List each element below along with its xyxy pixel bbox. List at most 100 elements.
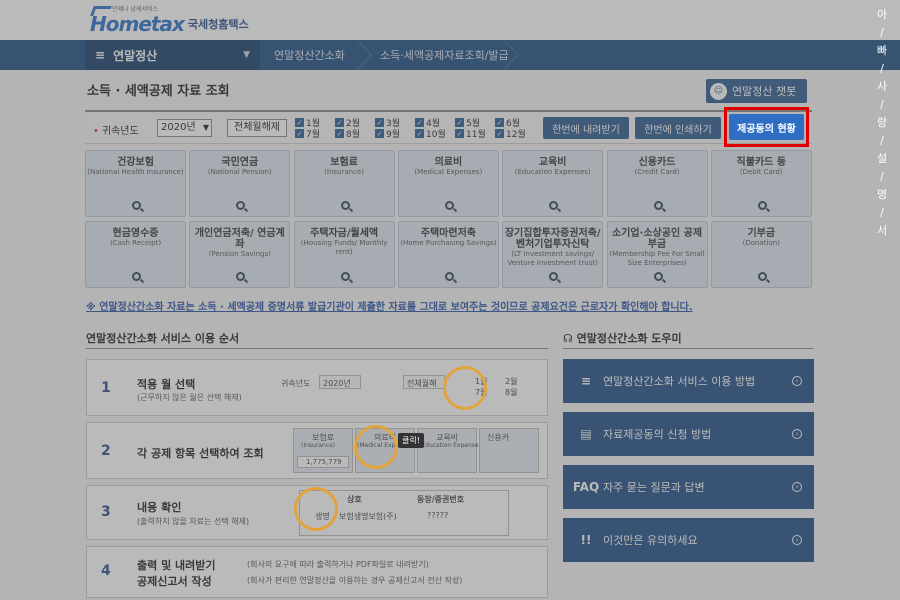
category-tile[interactable]: 주택마련저축 (Home Purchasing Savings) — [397, 221, 499, 288]
watermark-char: 빠 — [876, 44, 888, 57]
month-checkbox[interactable]: ✓ 10월 — [415, 128, 446, 140]
watermark-separator: / — [880, 98, 884, 111]
help-item-label: 자료제공동의 신청 방법 — [603, 428, 712, 441]
search-icon — [444, 201, 454, 210]
watermark-char: 명 — [876, 188, 888, 201]
category-tile[interactable]: 주택자금/월세액 (Housing Funds/ Monthly rent) — [293, 221, 395, 288]
year-select[interactable]: 2020년 ▼ — [157, 119, 212, 137]
search-icon — [236, 201, 246, 210]
checkbox-checked-icon: ✓ — [375, 129, 384, 138]
breadcrumb-item-1[interactable]: 연말정산간소화 — [274, 40, 345, 70]
provider-consent-button[interactable]: 제공동의 현황 — [729, 114, 804, 140]
step-desc-line2: (회사가 편리한 연말정산을 이용하는 경우 공제신고서 전산 작성) — [247, 576, 463, 585]
filter-bar: • 귀속년도 2020년 ▼ 전체월해제 ✓ 1월 ✓ 2월 ✓ 3월 ✓ 4월 ✓ 5월 ✓ 6월 ✓ 7월… — [85, 110, 812, 144]
tile-title: 직불카드 등 — [736, 157, 787, 168]
tile-subtitle: (Home Purchasing Savings) — [400, 239, 497, 247]
search-icon — [132, 201, 141, 210]
tile-subtitle: (Medical Expenses) — [414, 168, 483, 176]
year-label: • 귀속년도 — [93, 122, 139, 137]
category-tile[interactable]: 신용카드 (Credit Card) — [606, 150, 708, 217]
category-tile[interactable]: 소기업·소상공인 공제부금 (Membership Fee For Small S… — [606, 221, 708, 288]
search-icon — [757, 201, 767, 210]
help-item-label: 이것만은 유의하세요 — [603, 534, 698, 547]
help-section-title-text: 연말정산간소화 도우미 — [576, 332, 682, 345]
tile-title: 개인연금저축/ 연금계좌 — [194, 228, 285, 250]
tile-subtitle: (National Pension) — [207, 168, 272, 176]
section-divider — [86, 348, 548, 349]
month-checkbox[interactable]: ✓ 12월 — [495, 128, 526, 140]
category-tile[interactable]: 현금영수증 (Cash Receipt) — [85, 221, 186, 288]
mini-year-label: 귀속년도 — [281, 379, 311, 388]
download-all-button[interactable]: 한번에 내려받기 — [543, 117, 629, 139]
logo-tagline: 언제나 납세서비스 — [112, 6, 159, 13]
deduction-category-grid: 건강보험 (National Health Insurance) 국민연금 (Nati… — [85, 150, 812, 292]
checkbox-checked-icon: ✓ — [295, 129, 304, 138]
search-icon — [653, 201, 663, 210]
hometax-logo[interactable]: 언제나 납세서비스 Hometax 국세청홈택스 — [90, 4, 249, 36]
category-tile[interactable]: 의료비 (Medical Expenses) — [397, 150, 499, 217]
month-checkbox[interactable]: ✓ 8월 — [335, 128, 361, 140]
help-item[interactable]: FAQ 자주 묻는 질문과 답변 › — [563, 465, 814, 509]
tile-title: 기부금 — [747, 228, 776, 239]
highlight-ring — [443, 366, 487, 410]
tile-title: 신용카드 — [638, 157, 676, 168]
month-checkbox[interactable]: ✓ 9월 — [375, 128, 400, 140]
help-item-icon: FAQ — [572, 480, 600, 494]
highlight-ring — [294, 487, 338, 531]
section-divider — [563, 348, 814, 349]
category-tile[interactable]: 건강보험 (National Health Insurance) — [85, 150, 186, 217]
help-item[interactable]: ≡ 연말정산간소화 서비스 이용 방법 › — [563, 359, 814, 403]
category-tile[interactable]: 개인연금저축/ 연금계좌 (Pension Savings) — [189, 221, 291, 288]
tile-title: 의료비 — [434, 157, 463, 168]
step-title-line2: 공제신고서 작성 — [137, 575, 212, 588]
search-icon — [236, 272, 246, 281]
toggle-all-months-button[interactable]: 전체월해제 — [227, 119, 287, 137]
month-label: 10월 — [426, 130, 446, 140]
month-label: 8월 — [346, 130, 361, 140]
step-title: 적용 월 선택 — [137, 378, 196, 391]
tile-title: 현금영수증 — [112, 228, 159, 239]
tile-subtitle: (Housing Funds/ Monthly rent) — [300, 239, 388, 256]
tile-title: 건강보험 — [117, 157, 154, 168]
tile-subtitle: (LT investment savings/ Venture investme… — [507, 250, 598, 267]
print-all-button[interactable]: 한번에 인쇄하기 — [635, 117, 721, 139]
nav-bar: ≡ 연말정산 ▼ 연말정산간소화 소득·세액공제자료조회/발급 — [0, 40, 900, 70]
nav-menu-dropdown[interactable]: ≡ 연말정산 ▼ — [85, 40, 260, 70]
month-checkbox[interactable]: ✓ 11월 — [455, 128, 486, 140]
hamburger-icon: ≡ — [95, 48, 106, 62]
chatbot-button[interactable]: ☺ 연말정산 챗봇 — [706, 79, 807, 103]
help-item[interactable]: !! 이것만은 유의하세요 › — [563, 518, 814, 562]
category-tile[interactable]: 보험료 (Insurance) — [293, 150, 395, 217]
mini-year-value: 2020년 — [323, 379, 351, 388]
mini-table-cell: ????? — [427, 511, 449, 520]
help-item[interactable]: ▤ 자료제공동의 신청 방법 › — [563, 412, 814, 456]
category-tile[interactable]: 기부금 (Donation) — [710, 221, 812, 288]
category-tile[interactable]: 국민연금 (National Pension) — [189, 150, 291, 217]
vertical-watermark-text: 아 / 빠 / 사 / 랑 / 설 / 명 / 서 — [874, 8, 890, 238]
tile-subtitle: (Cash Receipt) — [109, 239, 162, 247]
watermark-separator: / — [880, 26, 884, 39]
watermark-char: 아 — [876, 8, 888, 21]
category-tile[interactable]: 교육비 (Education Expenses) — [502, 150, 604, 217]
search-icon — [340, 272, 350, 281]
tile-subtitle: (Credit Card) — [634, 168, 680, 176]
help-item-label: 연말정산간소화 서비스 이용 방법 — [603, 375, 756, 388]
step-4: 4 출력 및 내려받기 공제신고서 작성 (회사의 요구에 따라 출력하거나 P… — [86, 546, 548, 598]
headset-icon: ☊ — [563, 332, 577, 345]
mini-tile-title: 신용카 — [487, 433, 510, 442]
search-icon — [653, 272, 663, 281]
help-item-icon: ▤ — [580, 427, 592, 441]
category-tile[interactable]: 장기집합투자증권저축/ 벤처기업투자신탁 (LT investment savin… — [502, 221, 604, 288]
help-item-icon: ≡ — [580, 374, 592, 388]
chatbot-label: 연말정산 챗봇 — [732, 85, 797, 98]
year-select-value: 2020년 — [161, 122, 196, 133]
checkbox-checked-icon: ✓ — [495, 118, 504, 127]
year-label-text: 귀속년도 — [101, 126, 139, 137]
breadcrumb-item-2[interactable]: 소득·세액공제자료조회/발급 — [380, 40, 509, 70]
month-checkbox[interactable]: ✓ 7월 — [295, 128, 320, 140]
month-label: 11월 — [466, 130, 486, 140]
category-tile[interactable]: 직불카드 등 (Debit Card) — [710, 150, 812, 217]
step-title: 출력 및 내려받기 — [137, 559, 216, 572]
click-callout: 클릭! — [398, 433, 424, 448]
tile-title: 교육비 — [538, 157, 567, 168]
